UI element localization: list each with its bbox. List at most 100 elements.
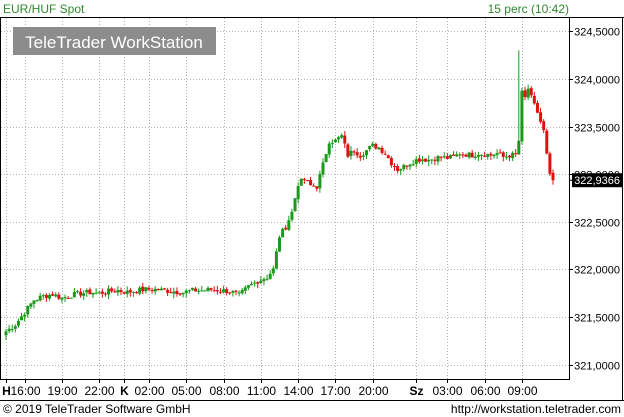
candle-body	[352, 151, 356, 153]
candle-body	[386, 155, 390, 159]
chart-background	[0, 0, 624, 417]
candle-body	[445, 156, 449, 159]
candle-body	[281, 228, 285, 238]
candle-body	[190, 287, 194, 290]
candle-body	[358, 155, 362, 158]
candle-body	[225, 289, 229, 294]
candle-body	[529, 88, 533, 96]
candle-body	[63, 297, 67, 299]
candle-body	[7, 328, 11, 332]
candle-body	[461, 154, 465, 156]
candle-body	[274, 251, 278, 269]
candle-body	[178, 293, 182, 295]
candle-body	[237, 292, 241, 294]
candle-body	[392, 166, 396, 168]
candle-body	[26, 306, 30, 315]
candle-body	[159, 288, 163, 291]
candle-body	[103, 293, 107, 295]
candle-body	[153, 288, 157, 292]
candle-body	[228, 292, 232, 294]
candle-body	[501, 152, 505, 157]
x-tick-label: 17:00	[320, 384, 350, 398]
candle-body	[212, 290, 216, 292]
candle-body	[54, 294, 58, 297]
candle-body	[222, 289, 226, 293]
candle-body	[259, 280, 263, 284]
candle-body	[69, 297, 73, 299]
y-tick-label: 321,0000	[574, 361, 620, 373]
candle-body	[492, 154, 496, 157]
candle-body	[287, 220, 291, 230]
candle-body	[408, 164, 412, 167]
y-tick-label: 324,0000	[574, 75, 620, 87]
x-tick-label: 06:00	[470, 384, 500, 398]
candle-body	[113, 291, 117, 293]
candle-body	[520, 90, 524, 142]
candle-body	[380, 147, 384, 153]
candle-body	[231, 291, 235, 293]
candle-body	[268, 273, 272, 279]
candle-body	[333, 139, 337, 143]
candle-body	[265, 278, 269, 280]
candle-body	[483, 155, 487, 157]
x-tick-label: 20:00	[358, 384, 388, 398]
x-tick-label: 09:00	[507, 384, 537, 398]
x-tick-label: 14:00	[283, 384, 313, 398]
candle-body	[85, 290, 89, 293]
candle-body	[517, 140, 521, 155]
candle-body	[455, 154, 459, 157]
candle-body	[203, 290, 207, 292]
candle-body	[511, 152, 515, 159]
candle-body	[489, 153, 493, 156]
candle-body	[169, 291, 173, 293]
candle-body	[486, 154, 490, 158]
candle-body	[218, 291, 222, 293]
candle-body	[498, 152, 502, 154]
instrument-label: EUR/HUF Spot	[3, 2, 85, 16]
candle-body	[514, 153, 518, 155]
x-tick-label: 11:00	[247, 384, 276, 398]
candle-body	[417, 158, 421, 162]
candle-body	[321, 162, 325, 175]
candle-body	[302, 179, 306, 181]
candle-body	[361, 155, 365, 157]
y-tick-label: 324,5000	[574, 27, 620, 39]
last-price-label: 322,9366	[574, 175, 620, 187]
candle-body	[464, 154, 468, 157]
candle-body	[442, 156, 446, 158]
candle-body	[172, 291, 176, 294]
y-tick-label: 322,5000	[574, 218, 620, 230]
candle-body	[128, 289, 132, 293]
candle-body	[200, 290, 204, 292]
candle-body	[184, 290, 188, 294]
candle-body	[371, 143, 375, 147]
x-tick-label: 08:00	[209, 384, 239, 398]
candle-body	[243, 287, 247, 291]
watermark-logo: TeleTrader WorkStation	[25, 33, 203, 52]
price-chart[interactable]: EUR/HUF Spot 15 perc (10:42) 321,0000 321,5…	[0, 0, 624, 417]
candle-body	[383, 153, 387, 155]
candle-body	[44, 295, 48, 298]
candle-body	[88, 289, 92, 295]
candle-body	[147, 287, 151, 290]
candle-body	[430, 159, 434, 161]
candle-body	[119, 290, 123, 293]
candle-body	[23, 314, 27, 317]
candle-body	[181, 292, 185, 295]
candle-body	[337, 137, 341, 140]
candle-body	[206, 287, 210, 292]
candle-body	[110, 288, 114, 292]
candle-body	[51, 294, 55, 296]
candle-body	[545, 130, 549, 154]
x-tick-label: 02:00	[134, 384, 164, 398]
candle-body	[293, 198, 297, 212]
y-tick-label: 322,0000	[574, 265, 620, 277]
candle-body	[13, 326, 17, 329]
candle-body	[156, 288, 160, 291]
candle-body	[32, 300, 36, 304]
footer-url-link: http://workstation.teletrader.com	[451, 402, 621, 416]
candle-body	[476, 155, 480, 157]
candle-body	[548, 153, 552, 174]
candle-body	[327, 143, 331, 155]
candle-body	[125, 290, 129, 294]
